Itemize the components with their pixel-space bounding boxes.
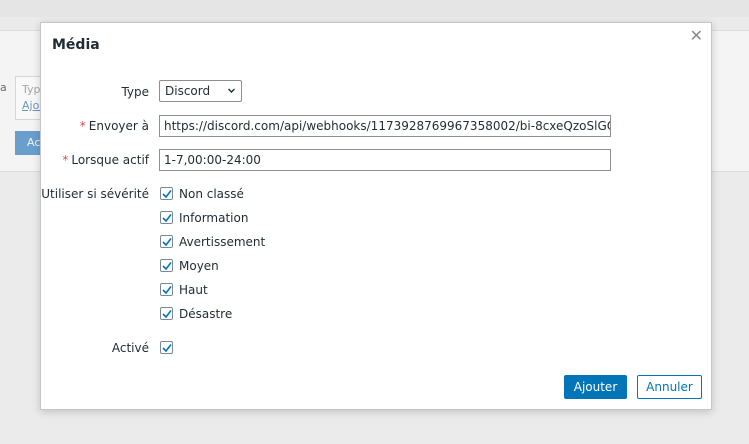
- checkmark-icon: [162, 310, 172, 319]
- checkmark-icon: [162, 344, 172, 353]
- severity-label-warning: Avertissement: [179, 235, 266, 249]
- severity-label-not-classified: Non classé: [179, 187, 244, 201]
- required-marker: *: [79, 119, 86, 133]
- background-input-placeholder: Typ: [22, 83, 41, 96]
- active-checkbox[interactable]: [160, 341, 173, 354]
- when-active-input[interactable]: 1-7,00:00-24:00: [159, 149, 611, 171]
- active-label: Activé: [111, 341, 149, 355]
- severity-checkbox-information[interactable]: [160, 211, 173, 224]
- cancel-button[interactable]: Annuler: [637, 375, 702, 399]
- required-marker: *: [62, 153, 69, 167]
- checkmark-icon: [162, 238, 172, 247]
- severity-checkbox-high[interactable]: [160, 283, 173, 296]
- when-active-label: * Lorsque actif: [62, 153, 149, 167]
- severity-label: Utiliser si sévérité: [41, 187, 149, 201]
- checkmark-icon: [162, 262, 172, 271]
- chevron-down-icon: [228, 88, 235, 93]
- send-to-input[interactable]: https://discord.com/api/webhooks/1173928…: [159, 115, 611, 137]
- type-label: Type: [121, 85, 149, 99]
- type-select-value: Discord: [165, 84, 211, 98]
- add-button[interactable]: Ajouter: [564, 375, 627, 399]
- dialog-title: Média: [52, 37, 100, 53]
- severity-checkbox-warning[interactable]: [160, 235, 173, 248]
- severity-label-high: Haut: [179, 283, 208, 297]
- checkmark-icon: [162, 190, 172, 199]
- background-header: [0, 0, 749, 17]
- close-icon[interactable]: ✕: [690, 28, 703, 44]
- severity-label-disaster: Désastre: [179, 307, 233, 321]
- background-label: a: [0, 81, 7, 94]
- severity-label-information: Information: [179, 211, 249, 225]
- severity-checkbox-not-classified[interactable]: [160, 187, 173, 200]
- media-dialog: Média ✕ Type Discord * Envoyer à https://…: [40, 22, 712, 410]
- severity-checkbox-average[interactable]: [160, 259, 173, 272]
- checkmark-icon: [162, 214, 172, 223]
- severity-label-average: Moyen: [179, 259, 219, 273]
- severity-checkbox-disaster[interactable]: [160, 307, 173, 320]
- checkmark-icon: [162, 286, 172, 295]
- send-to-label: * Envoyer à: [79, 119, 149, 133]
- type-select[interactable]: Discord: [159, 80, 242, 102]
